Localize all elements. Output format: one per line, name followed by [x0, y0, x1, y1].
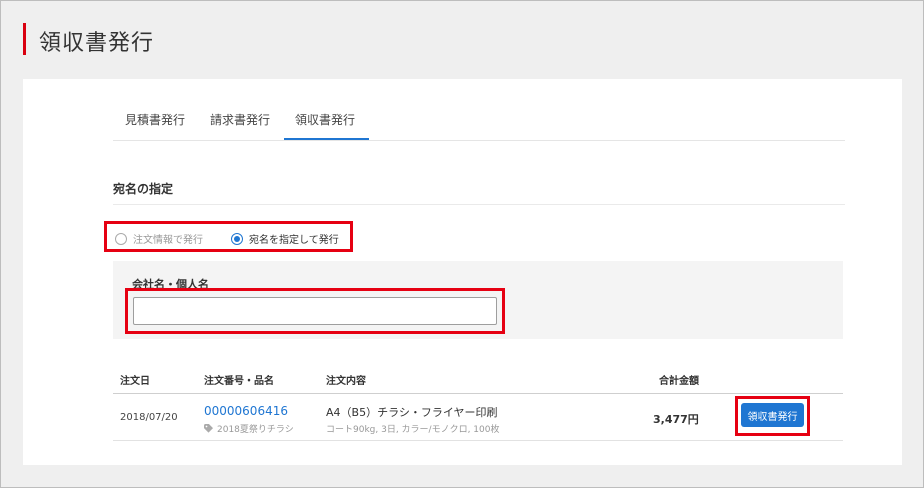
column-header-date: 注文日 [120, 376, 150, 387]
issue-receipt-button[interactable]: 領収書発行 [741, 403, 804, 427]
radio-group-highlight: 注文情報で発行 宛名を指定して発行 [104, 221, 353, 252]
active-tab-underline [284, 138, 369, 140]
radio-label: 注文情報で発行 [133, 235, 203, 246]
column-header-content: 注文内容 [326, 376, 366, 387]
page-header: 領収書発行 [1, 1, 923, 77]
tag-icon [204, 424, 214, 433]
order-content-detail: コート90kg, 3日, カラー/モノクロ, 100枚 [326, 425, 500, 435]
order-tag: 2018夏祭りチラシ [204, 422, 294, 435]
tab-invoice[interactable]: 請求書発行 [210, 111, 270, 128]
radio-specify-name[interactable]: 宛名を指定して発行 [231, 231, 339, 246]
order-total: 3,477円 [653, 413, 699, 426]
tab-bar: 見積書発行 請求書発行 領収書発行 [113, 101, 845, 141]
name-panel: 会社名・個人名 [113, 261, 843, 339]
order-date: 2018/07/20 [120, 412, 178, 423]
section-divider [113, 204, 845, 205]
table-header: 注文日 注文番号・品名 注文内容 合計金額 [113, 360, 843, 394]
radio-button-checked[interactable] [231, 232, 243, 245]
order-number-link[interactable]: 00000606416 [204, 404, 288, 418]
name-input-highlight [125, 288, 505, 334]
radio-order-info[interactable]: 注文情報で発行 [115, 231, 203, 246]
title-accent-bar [23, 23, 26, 55]
order-tag-label: 2018夏祭りチラシ [217, 425, 294, 435]
issue-button-highlight: 領収書発行 [735, 396, 810, 436]
receipt-card: 見積書発行 請求書発行 領収書発行 宛名の指定 注文情報で発行 宛名を指定して発… [23, 79, 902, 465]
radio-button-unchecked[interactable] [115, 232, 127, 245]
company-name-input[interactable] [133, 297, 497, 325]
page-title: 領収書発行 [39, 31, 155, 56]
section-title: 宛名の指定 [113, 182, 174, 196]
order-content: A4（B5）チラシ・フライヤー印刷 [326, 406, 498, 419]
column-header-order: 注文番号・品名 [204, 376, 274, 387]
tab-receipt[interactable]: 領収書発行 [295, 111, 355, 128]
column-header-total: 合計金額 [659, 376, 699, 387]
radio-label: 宛名を指定して発行 [249, 235, 339, 246]
table-row: 2018/07/20 00000606416 2018夏祭りチラシ A4（B5）… [113, 395, 843, 441]
tab-estimate[interactable]: 見積書発行 [125, 111, 185, 128]
